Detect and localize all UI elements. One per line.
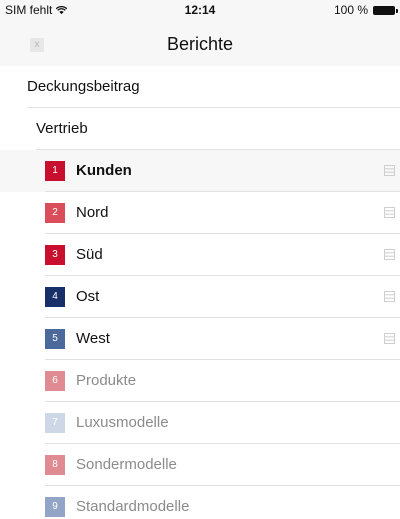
list-item-label: Luxusmodelle [76, 414, 169, 431]
number-badge: 8 [45, 455, 65, 475]
list-item-label: Sondermodelle [76, 456, 177, 473]
list-item-label: Standardmodelle [76, 498, 190, 515]
list-item-label: Süd [76, 246, 103, 263]
list-item[interactable]: 2 Nord [0, 192, 400, 234]
drag-handle-icon[interactable] [384, 207, 395, 218]
section-header-deckungsbeitrag[interactable]: Deckungsbeitrag [0, 66, 400, 108]
section-label: Deckungsbeitrag [27, 78, 140, 95]
list-item[interactable]: 7 Luxusmodelle [0, 402, 400, 444]
list-item-label: Ost [76, 288, 100, 305]
section-header-vertrieb[interactable]: Vertrieb [0, 108, 400, 150]
battery-status: 100 % [333, 3, 398, 17]
drag-handle-icon[interactable] [384, 333, 395, 344]
number-badge: 4 [45, 287, 65, 307]
drag-handle-icon[interactable] [384, 291, 395, 302]
drag-handle-icon[interactable] [384, 249, 395, 260]
section-label: Vertrieb [36, 120, 88, 137]
number-badge: 3 [45, 245, 65, 265]
battery-percent: 100 % [333, 3, 368, 17]
list-item-label: Nord [76, 204, 109, 221]
number-badge: 9 [45, 497, 65, 517]
drag-handle-icon[interactable] [384, 165, 395, 176]
list-item-label: Produkte [76, 372, 137, 389]
status-bar: SIM fehlt 12:14 100 % [0, 0, 400, 20]
list-item[interactable]: 5 West [0, 318, 400, 360]
list-item[interactable]: 8 Sondermodelle [0, 444, 400, 486]
number-badge: 5 [45, 329, 65, 349]
list-item[interactable]: 9 Standardmodelle [0, 486, 400, 519]
number-badge: 7 [45, 413, 65, 433]
list-item-label: West [76, 330, 110, 347]
list-item-label: Kunden [76, 162, 132, 179]
number-badge: 6 [45, 371, 65, 391]
number-badge: 2 [45, 203, 65, 223]
reports-screen: SIM fehlt 12:14 100 % x Berichte Deckung… [0, 0, 400, 519]
battery-icon [373, 5, 398, 15]
page-title: Berichte [166, 34, 234, 54]
navigation-bar: x Berichte [0, 20, 400, 66]
list-item[interactable]: 3 Süd [0, 234, 400, 276]
top-bar: SIM fehlt 12:14 100 % x Berichte [0, 0, 400, 66]
number-badge: 1 [45, 161, 65, 181]
list-item[interactable]: 1 Kunden [0, 150, 400, 192]
list-item[interactable]: 6 Produkte [0, 360, 400, 402]
list-item[interactable]: 4 Ost [0, 276, 400, 318]
